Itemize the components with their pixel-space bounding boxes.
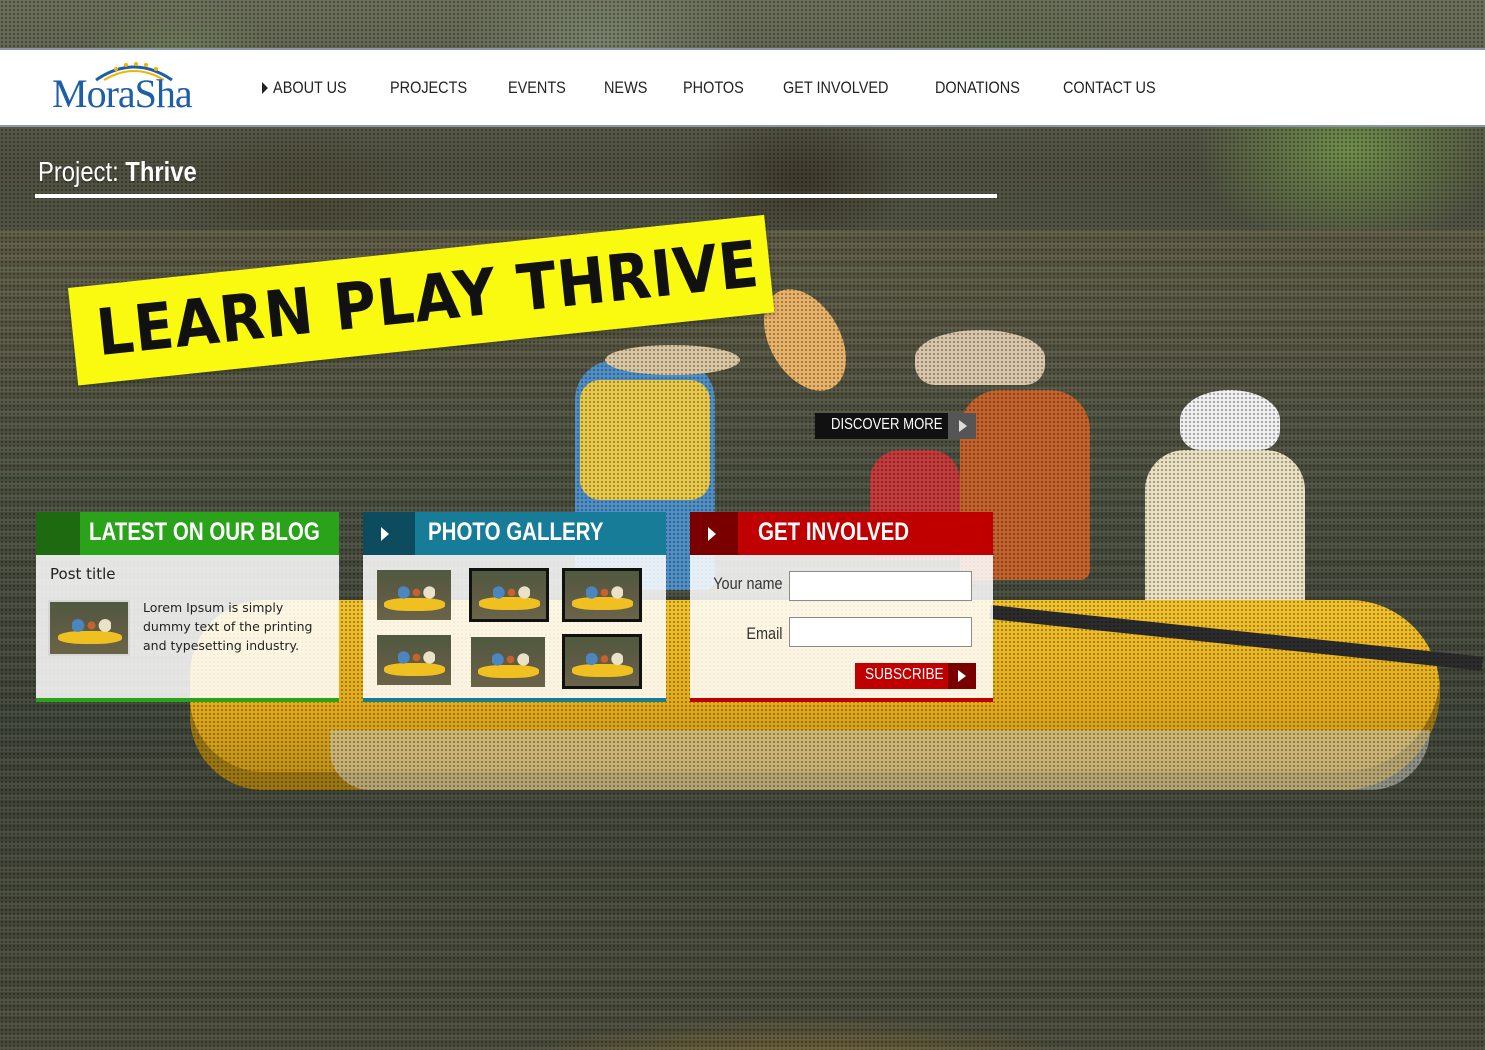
blog-panel: LATEST ON OUR BLOG Post title Lorem Ipsu… — [36, 512, 339, 702]
nav-label: PROJECTS — [389, 78, 467, 97]
nav-label: PHOTOS — [683, 78, 745, 97]
play-icon — [708, 527, 716, 541]
post-title-link[interactable]: Post title — [50, 565, 115, 583]
gallery-thumbnail[interactable] — [377, 570, 451, 620]
nav-label: ABOUT US — [273, 78, 347, 97]
email-input[interactable] — [789, 617, 972, 647]
nav-label: DONATIONS — [934, 78, 1020, 97]
email-label: Email — [746, 624, 783, 643]
nav-about-us[interactable]: ABOUT US — [262, 78, 347, 98]
involve-panel-underline — [690, 698, 993, 702]
nav-events[interactable]: EVENTS — [508, 78, 566, 98]
nav-photos[interactable]: PHOTOS — [683, 78, 744, 98]
gallery-panel-underline — [363, 698, 666, 702]
project-name: Thrive — [125, 156, 197, 187]
gallery-thumbnail[interactable] — [469, 568, 549, 622]
nav-label: GET INVOLVED — [782, 78, 889, 97]
name-input[interactable] — [789, 571, 972, 601]
nav-label: NEWS — [604, 78, 648, 97]
gallery-thumbnail[interactable] — [562, 634, 642, 689]
gallery-thumbnail[interactable] — [562, 568, 642, 622]
project-prefix: Project: — [38, 156, 119, 187]
blog-tab-icon — [36, 512, 80, 555]
nav-label: CONTACT US — [1062, 78, 1156, 97]
main-nav: ABOUT US PROJECTS EVENTS NEWS PHOTOS GET… — [262, 78, 1200, 98]
nav-label: EVENTS — [508, 78, 567, 97]
nav-get-involved[interactable]: GET INVOLVED — [783, 78, 888, 98]
involve-tab — [690, 512, 738, 555]
caret-right-icon — [262, 82, 268, 94]
nav-donations[interactable]: DONATIONS — [935, 78, 1020, 98]
nav-contact-us[interactable]: CONTACT US — [1063, 78, 1156, 98]
site-header: MoraSha ABOUT US PROJECTS EVENTS NEWS PH… — [0, 48, 1485, 127]
blog-panel-underline — [36, 698, 339, 702]
blog-panel-header[interactable]: LATEST ON OUR BLOG — [36, 512, 339, 555]
arrow-right-icon — [948, 413, 976, 439]
post-excerpt: Lorem Ipsum is simply dummy text of the … — [143, 600, 313, 653]
play-icon — [381, 527, 389, 541]
gallery-thumbnail[interactable] — [471, 637, 545, 687]
discover-more-button[interactable]: DISCOVER MORE — [815, 413, 976, 439]
gallery-panel: PHOTO GALLERY — [363, 512, 666, 702]
morasha-logo[interactable]: MoraSha — [52, 60, 212, 115]
arrow-right-icon — [948, 663, 976, 689]
gallery-thumbnail[interactable] — [377, 635, 451, 685]
logo-text: MoraSha — [52, 71, 193, 116]
page-title: Project: Thrive — [38, 156, 197, 188]
gallery-tab — [363, 512, 415, 555]
subscribe-label: SUBSCRIBE — [865, 666, 944, 683]
get-involved-panel: GET INVOLVED Your name Email SUBSCRIBE — [690, 512, 993, 702]
nav-projects[interactable]: PROJECTS — [390, 78, 467, 98]
discover-more-label: DISCOVER MORE — [831, 416, 943, 433]
blog-panel-title: LATEST ON OUR BLOG — [89, 518, 320, 546]
post-thumbnail[interactable] — [48, 600, 130, 656]
title-divider — [35, 194, 997, 198]
subscribe-button[interactable]: SUBSCRIBE — [855, 663, 976, 689]
involve-panel-title: GET INVOLVED — [758, 518, 910, 546]
name-label: Your name — [713, 574, 783, 593]
gallery-panel-header[interactable]: PHOTO GALLERY — [363, 512, 666, 555]
involve-panel-header[interactable]: GET INVOLVED — [690, 512, 993, 555]
gallery-panel-title: PHOTO GALLERY — [428, 518, 604, 546]
nav-news[interactable]: NEWS — [604, 78, 647, 98]
